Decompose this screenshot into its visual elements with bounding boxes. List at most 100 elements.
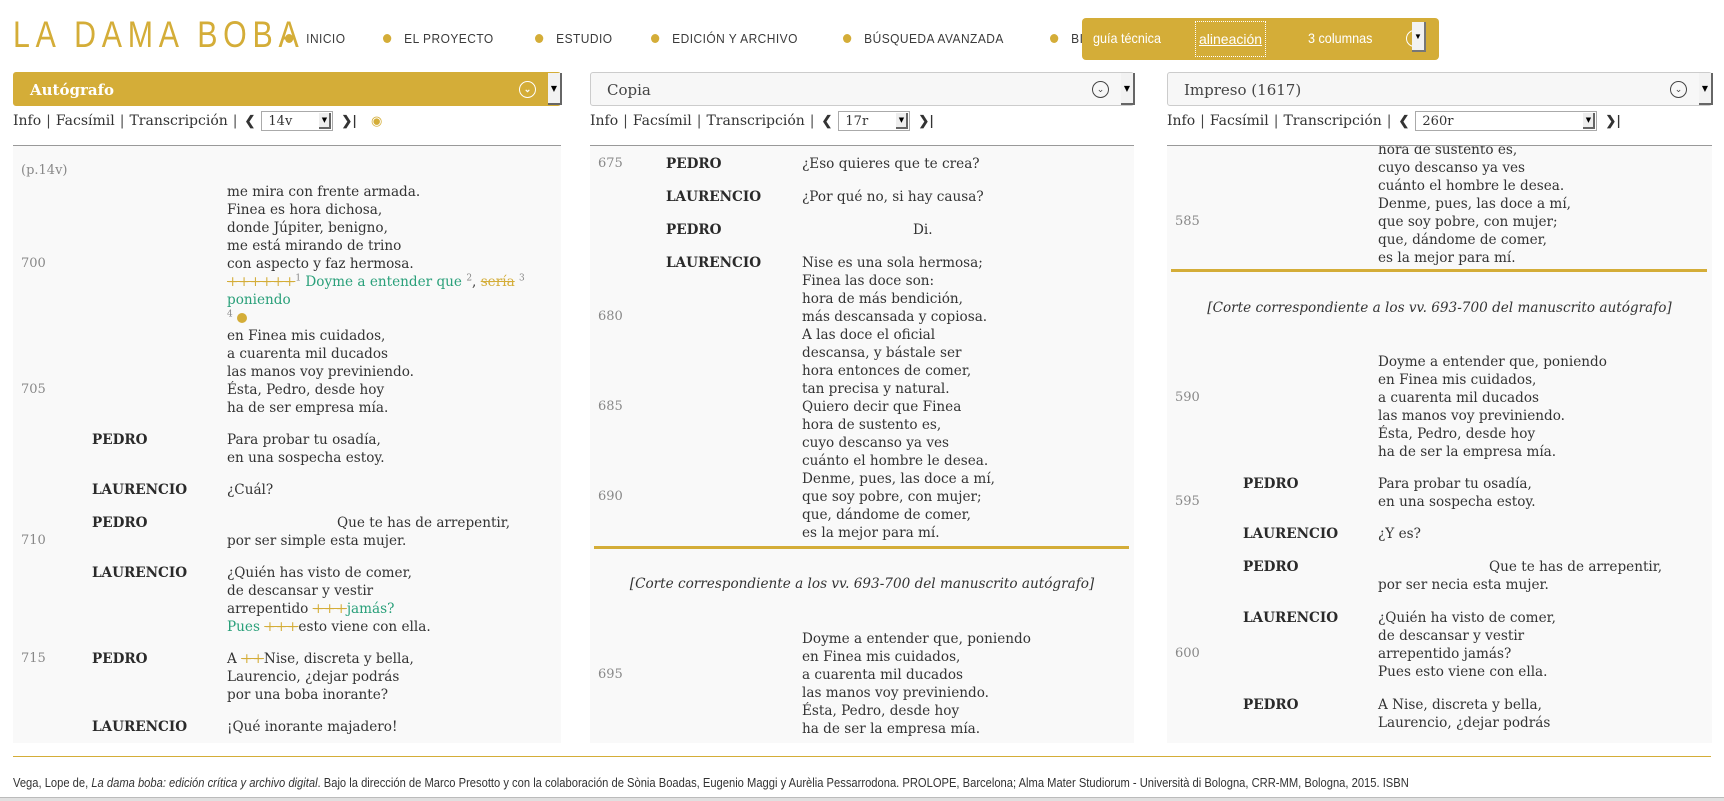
verse: Finea las doce son: — [802, 273, 935, 289]
line-number: 600 — [1175, 646, 1200, 661]
line-number: 700 — [21, 256, 46, 271]
transcripcion-link[interactable]: Transcripción — [1283, 113, 1381, 129]
footer-divider — [13, 756, 1711, 757]
verse: ¡Qué inorante majadero! — [227, 719, 398, 735]
nav-edicion-archivo[interactable]: EDICIÓN Y ARCHIVO — [651, 31, 798, 46]
line-number: 695 — [598, 667, 623, 682]
dropdown-arrow-icon[interactable]: ▼ — [1699, 73, 1713, 105]
main-nav: INICIO EL PROYECTO ESTUDIO EDICIÓN Y ARC… — [285, 31, 1201, 46]
verse: ¿Cuál? — [227, 482, 274, 498]
verse: me mira con frente armada. — [227, 184, 421, 200]
horizontal-scrollbar[interactable] — [0, 797, 1724, 801]
site-logo[interactable]: LA DAMA BOBA — [13, 14, 304, 56]
verse: poniendo — [227, 292, 291, 308]
witness-select[interactable]: Copia ⌄ ▼ — [590, 72, 1135, 106]
dropdown-arrow-icon: ▼ — [1583, 113, 1596, 129]
witness-select[interactable]: Impreso (1617) ⌄ ▼ — [1167, 72, 1713, 106]
nav-estudio[interactable]: ESTUDIO — [534, 31, 613, 46]
column-autografo: Autógrafo ⌄ ▼ Info | Facsímil | Transcripc… — [13, 72, 562, 743]
next-page-icon[interactable]: ❯| — [1605, 114, 1621, 129]
verse: cuyo descanso ya ves — [1378, 160, 1526, 176]
toolbox: guía técnica alineación 3 columnas ▼ — [1082, 18, 1439, 60]
verse: donde Júpiter, benigno, — [227, 220, 388, 236]
view-nav: Info | Facsímil | Transcripción | ❮ 14v ▼ ❯|… — [13, 111, 383, 131]
verse: Doyme a entender que, poniendo — [1378, 354, 1607, 370]
facsimil-link[interactable]: Facsímil — [1210, 113, 1269, 129]
column-impreso: Impreso (1617) ⌄ ▼ Info | Facsímil | Trans… — [1167, 72, 1713, 743]
bullet-icon — [651, 34, 660, 43]
bullet-icon — [534, 34, 544, 43]
verse: hora de sustento es, — [802, 417, 942, 433]
alineacion-link[interactable]: alineación — [1195, 21, 1267, 57]
nav-busqueda-avanzada[interactable]: BÚSQUEDA AVANZADA — [842, 31, 1004, 46]
transcripcion-link[interactable]: Transcripción — [706, 113, 804, 129]
line-number: 595 — [1175, 494, 1200, 509]
prev-page-icon[interactable]: ❮ — [245, 114, 256, 129]
speaker: PEDRO — [1243, 697, 1299, 713]
dropdown-arrow-icon[interactable]: ▼ — [1121, 73, 1135, 105]
cut-divider — [1171, 269, 1707, 272]
speaker: PEDRO — [1243, 559, 1299, 575]
page-marker: (p.14v) — [21, 163, 68, 178]
witness-select[interactable]: Autógrafo ⌄ ▼ — [13, 72, 562, 106]
verse: Doyme a entender que, poniendo — [802, 631, 1031, 647]
verse: Denme, pues, las doce a mí, — [1378, 196, 1571, 212]
info-link[interactable]: Info — [1167, 113, 1195, 129]
columns-select-label[interactable]: 3 columnas — [1308, 30, 1372, 46]
speaker: PEDRO — [666, 156, 722, 172]
next-page-icon[interactable]: ❯| — [341, 114, 357, 129]
transcripcion-link[interactable]: Transcripción — [129, 113, 227, 129]
info-link[interactable]: Info — [13, 113, 41, 129]
verse: Denme, pues, las doce a mí, — [802, 471, 995, 487]
page-select[interactable]: 17r ▼ — [838, 111, 911, 131]
line-number: 710 — [21, 533, 46, 548]
cut-note: [Corte correspondiente a los vv. 693-700… — [629, 576, 1095, 592]
verse: a cuarenta mil ducados — [1378, 390, 1540, 406]
verse: ¿Y es? — [1378, 526, 1421, 542]
speaker: PEDRO — [92, 432, 148, 448]
facsimil-link[interactable]: Facsímil — [633, 113, 692, 129]
bullet-icon — [842, 34, 852, 43]
facsimil-link[interactable]: Facsímil — [56, 113, 115, 129]
info-link[interactable]: Info — [590, 113, 618, 129]
dropdown-arrow-icon: ▼ — [319, 113, 332, 129]
verse-variant: arrepentido +++jamás? — [227, 601, 395, 617]
text-panel[interactable]: 675 PEDRO ¿Eso quieres que te crea? LAURENC… — [590, 145, 1134, 743]
dropdown-arrow-icon[interactable]: ▼ — [548, 73, 562, 105]
verse: cuánto el hombre le desea. — [802, 453, 989, 469]
verse: en una sospecha estoy. — [227, 450, 385, 466]
guia-tecnica-link[interactable]: guía técnica — [1093, 30, 1161, 46]
next-page-icon[interactable]: ❯| — [918, 114, 934, 129]
nav-inicio[interactable]: INICIO — [285, 31, 345, 46]
play-icon[interactable] — [237, 313, 248, 323]
verse: de descansar y vestir — [227, 583, 374, 599]
verse: Finea es hora dichosa, — [227, 202, 383, 218]
cut-note: [Corte correspondiente a los vv. 693-700… — [1207, 300, 1672, 316]
verse: en una sospecha estoy. — [1378, 494, 1536, 510]
dropdown-arrow-icon: ▼ — [896, 113, 909, 129]
verse: A las doce el oficial — [802, 327, 936, 343]
page-select[interactable]: 260r ▼ — [1415, 111, 1598, 131]
verse: descansa, y bástale ser — [802, 345, 962, 361]
verse: de descansar y vestir — [1378, 628, 1525, 644]
verse: por una boba inorante? — [227, 687, 389, 703]
verse: en Finea mis cuidados, — [1378, 372, 1537, 388]
text-panel[interactable]: (p.14v) me mira con frente armada. Finea… — [13, 145, 561, 743]
bullet-icon — [1049, 34, 1058, 43]
verse: ha de ser la empresa mía. — [802, 721, 981, 737]
column-copia: Copia ⌄ ▼ Info | Facsímil | Transcripción |… — [590, 72, 1135, 743]
hide-variants-icon[interactable]: ◉ — [371, 114, 382, 129]
speaker: LAURENCIO — [666, 255, 762, 271]
columns-dropdown-button[interactable]: ▼ — [1412, 22, 1426, 52]
verse: cuánto el hombre le desea. — [1378, 178, 1565, 194]
verse: hora de más bendición, — [802, 291, 963, 307]
page-select[interactable]: 14v ▼ — [261, 111, 334, 131]
prev-page-icon[interactable]: ❮ — [1399, 114, 1410, 129]
verse: Que te has de arrepentir, — [1489, 559, 1663, 575]
prev-page-icon[interactable]: ❮ — [822, 114, 833, 129]
text-panel[interactable]: hora de sustento es, cuyo descanso ya ves… — [1167, 145, 1712, 743]
cut-divider — [594, 546, 1129, 549]
chevron-circle-icon: ⌄ — [1670, 81, 1687, 98]
nav-el-proyecto[interactable]: EL PROYECTO — [382, 31, 494, 46]
chevron-circle-icon: ⌄ — [519, 81, 536, 98]
